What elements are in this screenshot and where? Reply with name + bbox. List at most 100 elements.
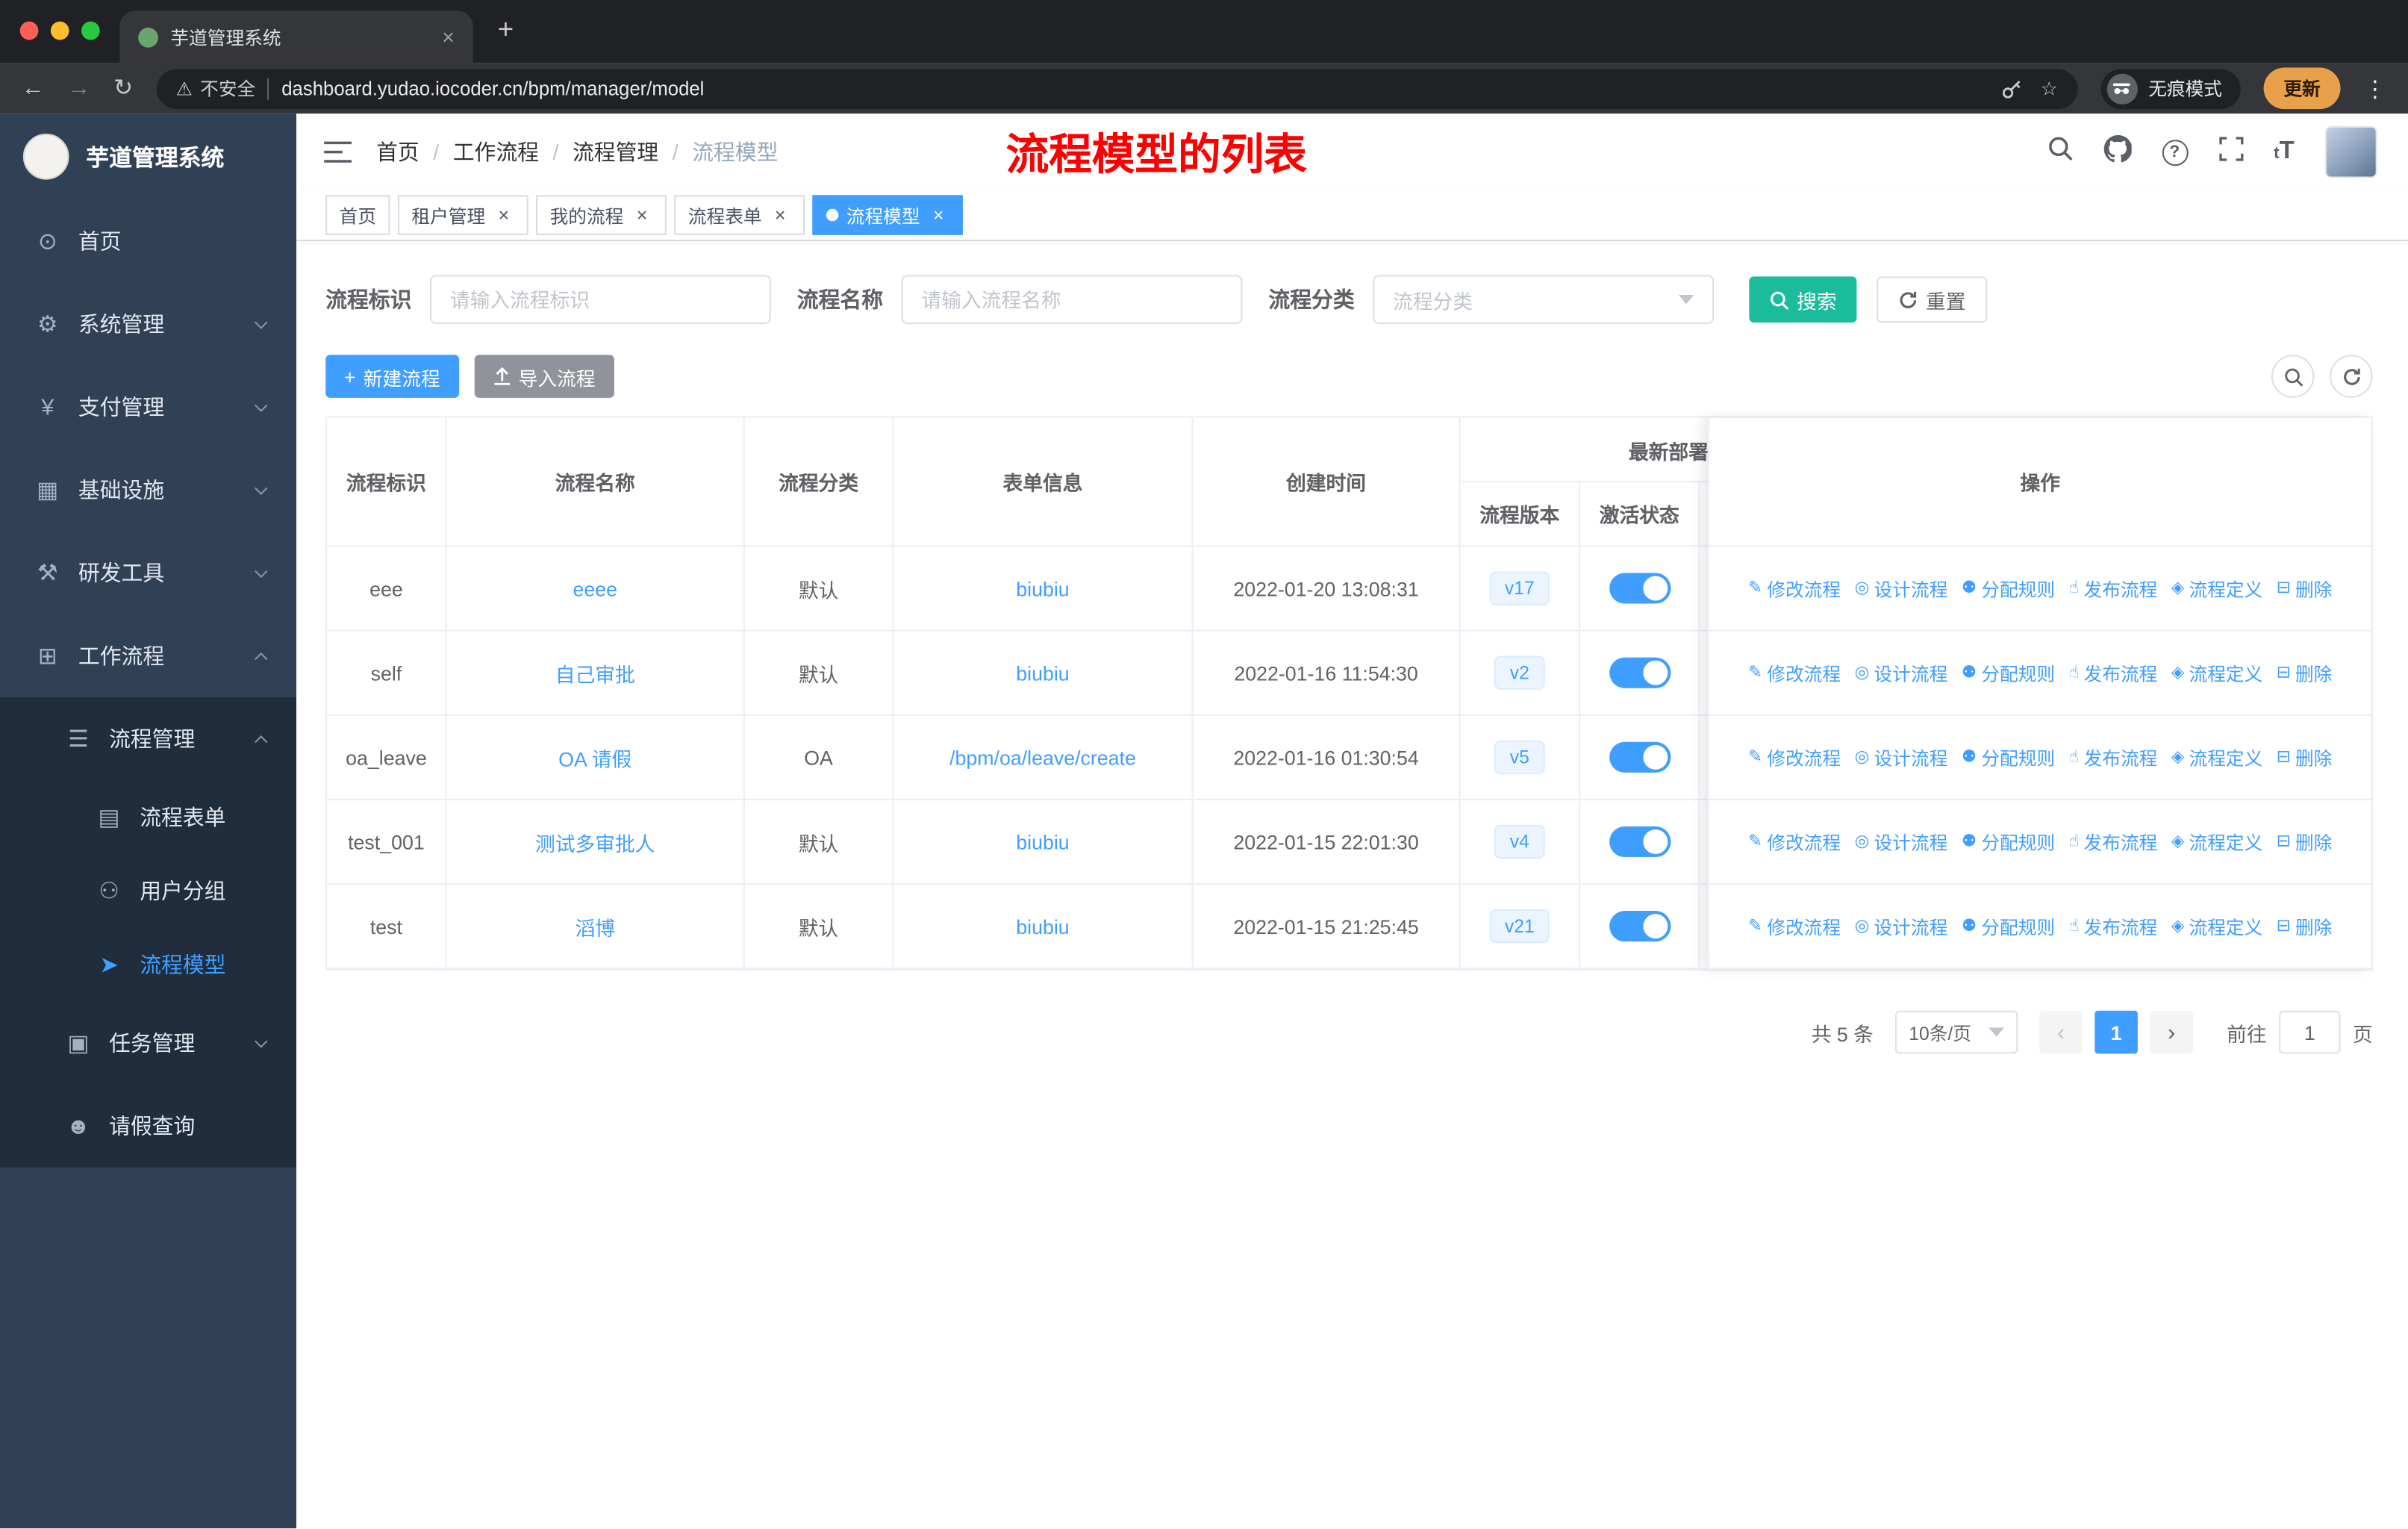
sidebar-item-infrastructure[interactable]: ▦ 基础设施	[0, 449, 296, 532]
security-warning-icon[interactable]: ⚠ 不安全	[176, 75, 256, 102]
show-search-button[interactable]	[2271, 355, 2315, 398]
action-publish-link[interactable]: ☝ 发布流程	[2069, 575, 2158, 601]
reload-icon[interactable]: ↻	[113, 77, 133, 100]
sidebar-item-process-manage[interactable]: ☰ 流程管理	[0, 697, 297, 781]
sidebar-item-devtools[interactable]: ⚒ 研发工具	[0, 532, 296, 614]
action-design-link[interactable]: ◎ 设计流程	[1855, 913, 1948, 939]
active-toggle[interactable]	[1609, 911, 1671, 942]
tab-process-form[interactable]: 流程表单 ×	[674, 195, 805, 235]
action-definition-link[interactable]: ◈ 流程定义	[2171, 744, 2262, 770]
new-tab-button[interactable]: +	[498, 14, 514, 46]
process-name-link[interactable]: 测试多审批人	[535, 827, 655, 856]
sidebar-item-leave-query[interactable]: ☻ 请假查询	[0, 1084, 297, 1168]
tab-process-model[interactable]: 流程模型 ×	[812, 195, 964, 235]
page-1-button[interactable]: 1	[2094, 1010, 2138, 1054]
process-name-link[interactable]: 滔博	[575, 912, 615, 941]
form-info-link[interactable]: biubiu	[1016, 661, 1069, 685]
form-info-link[interactable]: /bpm/oa/leave/create	[949, 746, 1136, 769]
process-name-link[interactable]: OA 请假	[558, 743, 631, 772]
page-size-select[interactable]: 10条/页	[1894, 1010, 2018, 1054]
bookmark-star-icon[interactable]: ☆	[2041, 77, 2058, 100]
action-design-link[interactable]: ◎ 设计流程	[1855, 575, 1948, 601]
action-design-link[interactable]: ◎ 设计流程	[1855, 829, 1948, 855]
user-avatar[interactable]	[2324, 125, 2377, 178]
sidebar-item-home[interactable]: ⊙ 首页	[0, 199, 296, 282]
prev-page-button[interactable]: ‹	[2039, 1010, 2083, 1054]
action-modify-link[interactable]: ✎ 修改流程	[1748, 913, 1841, 939]
action-definition-link[interactable]: ◈ 流程定义	[2171, 575, 2262, 601]
action-modify-link[interactable]: ✎ 修改流程	[1748, 660, 1841, 686]
tab-home[interactable]: 首页	[325, 195, 390, 235]
search-icon[interactable]	[2047, 135, 2073, 169]
sidebar-item-system[interactable]: ⚙ 系统管理	[0, 283, 296, 366]
action-delete-link[interactable]: ⊟ 删除	[2277, 913, 2333, 939]
sidebar-item-process-model[interactable]: ➤ 流程模型	[0, 927, 297, 1002]
active-toggle[interactable]	[1609, 826, 1671, 858]
tab-close-icon[interactable]: ×	[442, 25, 455, 49]
action-definition-link[interactable]: ◈ 流程定义	[2171, 660, 2262, 686]
font-size-icon[interactable]: tT	[2274, 139, 2295, 164]
action-publish-link[interactable]: ☝ 发布流程	[2069, 913, 2158, 939]
import-process-button[interactable]: 导入流程	[473, 355, 614, 398]
github-icon[interactable]	[2103, 134, 2132, 169]
action-definition-link[interactable]: ◈ 流程定义	[2171, 913, 2262, 939]
minimize-window-button[interactable]	[50, 21, 69, 40]
action-publish-link[interactable]: ☝ 发布流程	[2069, 744, 2158, 770]
sidebar-item-workflow[interactable]: ⊞ 工作流程	[0, 614, 296, 697]
process-name-link[interactable]: 自己审批	[555, 658, 635, 688]
action-modify-link[interactable]: ✎ 修改流程	[1748, 829, 1841, 855]
tab-my-process[interactable]: 我的流程 ×	[536, 195, 667, 235]
close-window-button[interactable]	[19, 21, 39, 40]
sidebar-item-task-manage[interactable]: ▣ 任务管理	[0, 1001, 297, 1085]
browser-update-button[interactable]: 更新	[2263, 67, 2341, 110]
forward-icon[interactable]: →	[68, 77, 91, 100]
close-icon[interactable]: ×	[493, 205, 514, 226]
reset-button[interactable]: 重置	[1877, 276, 1988, 323]
back-icon[interactable]: ←	[22, 77, 45, 100]
action-assign-rule-link[interactable]: ⚉ 分配规则	[1962, 575, 2055, 601]
create-process-button[interactable]: + 新建流程	[325, 355, 459, 398]
help-icon[interactable]: ?	[2161, 139, 2188, 166]
form-info-link[interactable]: biubiu	[1016, 577, 1069, 600]
process-name-link[interactable]: eeee	[573, 577, 617, 600]
action-publish-link[interactable]: ☝ 发布流程	[2069, 829, 2158, 855]
process-name-input[interactable]	[901, 275, 1243, 325]
action-delete-link[interactable]: ⊟ 删除	[2277, 744, 2333, 770]
fullscreen-icon[interactable]	[2218, 136, 2243, 168]
refresh-table-button[interactable]	[2330, 355, 2373, 398]
action-design-link[interactable]: ◎ 设计流程	[1855, 660, 1948, 686]
action-assign-rule-link[interactable]: ⚉ 分配规则	[1962, 660, 2055, 686]
process-id-input[interactable]	[430, 275, 771, 325]
process-category-select[interactable]: 流程分类	[1373, 275, 1715, 325]
action-publish-link[interactable]: ☝ 发布流程	[2069, 660, 2158, 686]
hamburger-icon[interactable]	[324, 140, 352, 164]
action-design-link[interactable]: ◎ 设计流程	[1855, 744, 1948, 770]
action-modify-link[interactable]: ✎ 修改流程	[1748, 744, 1841, 770]
goto-page-input[interactable]	[2279, 1010, 2341, 1054]
browser-menu-icon[interactable]: ⋮	[2363, 75, 2386, 102]
browser-tab[interactable]: 芋道管理系统 ×	[119, 10, 473, 63]
breadcrumb-item[interactable]: 工作流程	[453, 137, 539, 167]
close-icon[interactable]: ×	[631, 205, 653, 226]
sidebar-item-user-group[interactable]: ⚇ 用户分组	[0, 853, 297, 928]
next-page-button[interactable]: ›	[2150, 1010, 2193, 1054]
search-button[interactable]: 搜索	[1749, 276, 1857, 323]
action-delete-link[interactable]: ⊟ 删除	[2277, 829, 2333, 855]
action-assign-rule-link[interactable]: ⚉ 分配规则	[1962, 913, 2055, 939]
close-icon[interactable]: ×	[770, 205, 791, 226]
sidebar-item-process-form[interactable]: ▤ 流程表单	[0, 780, 297, 854]
form-info-link[interactable]: biubiu	[1016, 915, 1069, 938]
zoom-window-button[interactable]	[81, 21, 100, 40]
close-icon[interactable]: ×	[928, 205, 949, 226]
breadcrumb-item[interactable]: 流程管理	[573, 137, 658, 167]
action-delete-link[interactable]: ⊟ 删除	[2277, 660, 2333, 686]
sidebar-item-payment[interactable]: ¥ 支付管理	[0, 366, 296, 449]
tab-tenant[interactable]: 租户管理 ×	[397, 195, 528, 235]
action-assign-rule-link[interactable]: ⚉ 分配规则	[1962, 744, 2055, 770]
address-bar[interactable]: ⚠ 不安全 dashboard.yudao.iocoder.cn/bpm/man…	[155, 68, 2078, 109]
active-toggle[interactable]	[1609, 573, 1671, 604]
action-delete-link[interactable]: ⊟ 删除	[2277, 575, 2333, 601]
breadcrumb-item[interactable]: 首页	[376, 137, 419, 167]
active-toggle[interactable]	[1609, 741, 1671, 773]
action-modify-link[interactable]: ✎ 修改流程	[1748, 575, 1841, 601]
